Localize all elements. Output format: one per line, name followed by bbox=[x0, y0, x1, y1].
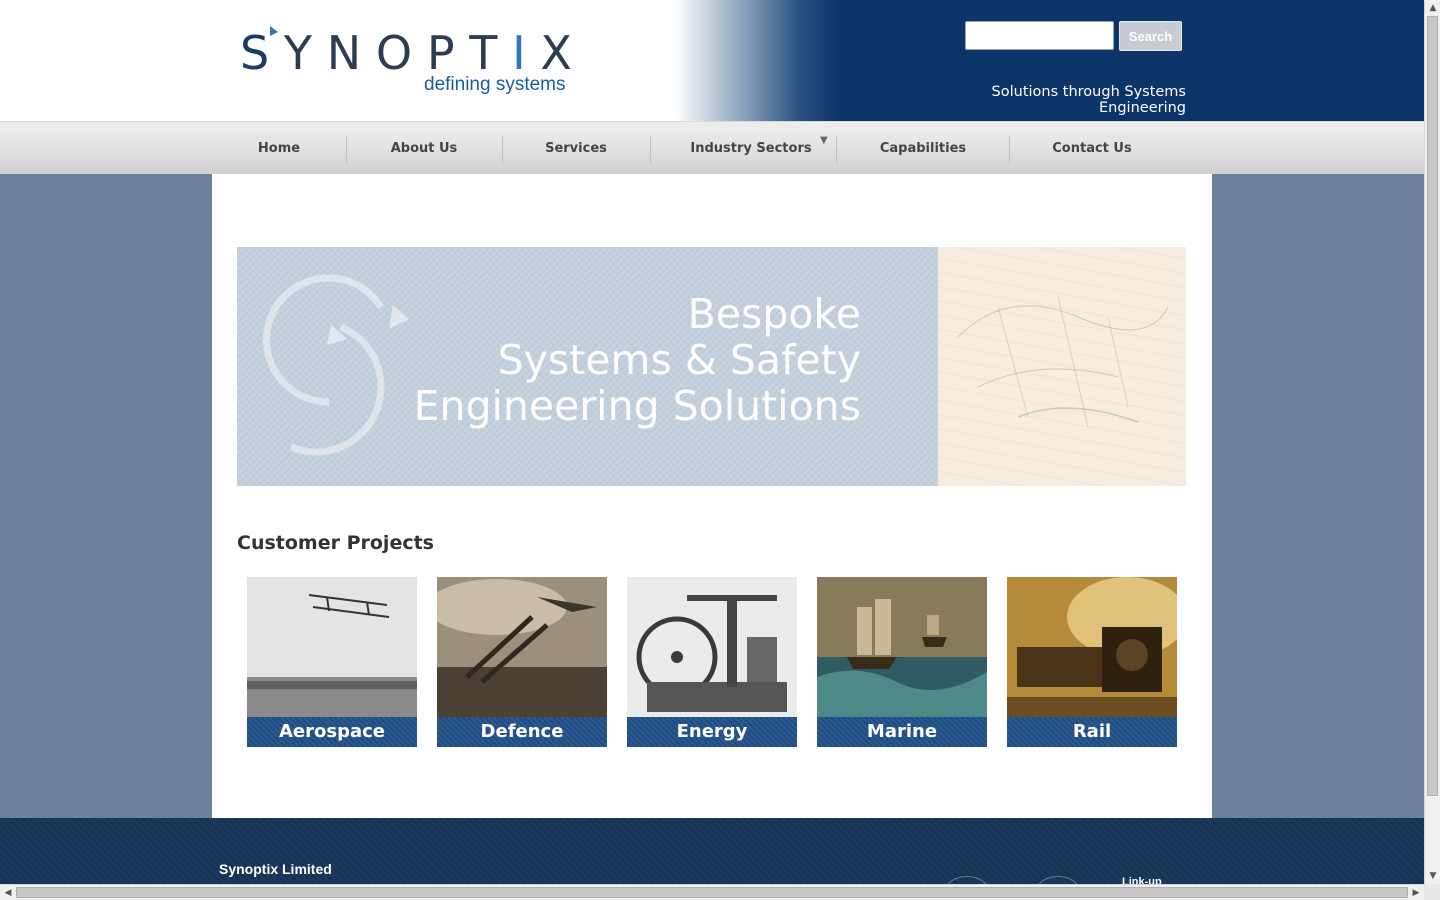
anti-aircraft-gun-photo bbox=[437, 577, 607, 717]
main-content: Bespoke Systems & Safety Engineering Sol… bbox=[212, 174, 1212, 818]
main-navigation: Home About Us Services Industry Sectors … bbox=[0, 121, 1424, 174]
hero-banner: Bespoke Systems & Safety Engineering Sol… bbox=[237, 247, 1186, 486]
banner-line: Systems & Safety bbox=[497, 336, 861, 384]
logo-letter: X bbox=[540, 26, 572, 80]
synoptix-s-emblem-icon bbox=[263, 274, 409, 456]
nav-item-capabilities[interactable]: Capabilities bbox=[858, 122, 988, 175]
steam-engine-photo bbox=[627, 577, 797, 717]
tile-aerospace[interactable]: Aerospace bbox=[247, 577, 417, 747]
logo-letter: I bbox=[512, 26, 526, 80]
logo-letter: O bbox=[375, 26, 413, 80]
section-title-customer-projects: Customer Projects bbox=[237, 532, 434, 554]
project-tiles: Aerospace Defence Energy Marine Rail bbox=[247, 577, 1187, 747]
nav-divider bbox=[502, 136, 503, 164]
horizontal-scroll-thumb[interactable] bbox=[16, 887, 1408, 898]
logo-arrow-icon bbox=[270, 26, 278, 36]
nav-divider bbox=[836, 136, 837, 164]
nav-item-industry-sectors[interactable]: Industry Sectors bbox=[676, 122, 826, 175]
scrollbar-corner bbox=[1424, 884, 1440, 900]
logo-letter: Y bbox=[283, 26, 313, 80]
chevron-down-icon[interactable]: ▼ bbox=[820, 135, 828, 146]
nav-divider bbox=[346, 136, 347, 164]
tile-label: Energy bbox=[627, 717, 797, 747]
tile-label: Rail bbox=[1007, 717, 1177, 747]
footer-company-name: Synoptix Limited bbox=[219, 861, 332, 877]
tile-defence[interactable]: Defence bbox=[437, 577, 607, 747]
logo-letter: T bbox=[469, 26, 498, 80]
nav-divider bbox=[650, 136, 651, 164]
scroll-left-arrow-icon[interactable]: ◀ bbox=[0, 885, 16, 900]
tile-label: Marine bbox=[817, 717, 987, 747]
scroll-right-arrow-icon[interactable]: ▶ bbox=[1408, 885, 1424, 900]
banner-line: Engineering Solutions bbox=[413, 382, 861, 430]
search-button[interactable]: Search bbox=[1119, 21, 1182, 51]
nav-item-services[interactable]: Services bbox=[520, 122, 632, 175]
tile-energy[interactable]: Energy bbox=[627, 577, 797, 747]
search-input[interactable] bbox=[965, 21, 1114, 50]
logo-letter: N bbox=[326, 26, 362, 80]
banner-line: Bespoke bbox=[687, 290, 861, 338]
site-header: S Y N O P T I X defining systems Search … bbox=[0, 0, 1424, 121]
nav-item-contact-us[interactable]: Contact Us bbox=[1030, 122, 1154, 175]
logo-wordmark: S Y N O P T I X bbox=[240, 28, 572, 78]
steam-locomotive-photo bbox=[1007, 577, 1177, 717]
tile-marine[interactable]: Marine bbox=[817, 577, 987, 747]
tile-rail[interactable]: Rail bbox=[1007, 577, 1177, 747]
logo-letter: P bbox=[426, 26, 455, 80]
scroll-down-arrow-icon[interactable]: ▼ bbox=[1425, 868, 1440, 884]
tile-label: Defence bbox=[437, 717, 607, 747]
nav-divider bbox=[1009, 136, 1010, 164]
engineering-sketch-image bbox=[957, 296, 1169, 428]
tile-label: Aerospace bbox=[247, 717, 417, 747]
scroll-up-arrow-icon[interactable]: ▲ bbox=[1425, 0, 1440, 16]
biplane-photo bbox=[247, 577, 417, 717]
vertical-scroll-thumb[interactable] bbox=[1427, 16, 1438, 796]
banner-headline: Bespoke Systems & Safety Engineering Sol… bbox=[414, 291, 861, 429]
synoptix-logo[interactable]: S Y N O P T I X defining systems bbox=[238, 18, 578, 100]
vertical-scrollbar[interactable]: ▲ ▼ bbox=[1424, 0, 1440, 884]
logo-tagline: defining systems bbox=[424, 74, 566, 95]
nav-item-about-us[interactable]: About Us bbox=[364, 122, 484, 175]
header-tagline: Solutions through Systems Engineering bbox=[991, 84, 1186, 116]
horizontal-scrollbar[interactable]: ◀ ▶ bbox=[0, 884, 1424, 900]
nav-item-home[interactable]: Home bbox=[229, 122, 329, 175]
sailing-ships-painting bbox=[817, 577, 987, 717]
